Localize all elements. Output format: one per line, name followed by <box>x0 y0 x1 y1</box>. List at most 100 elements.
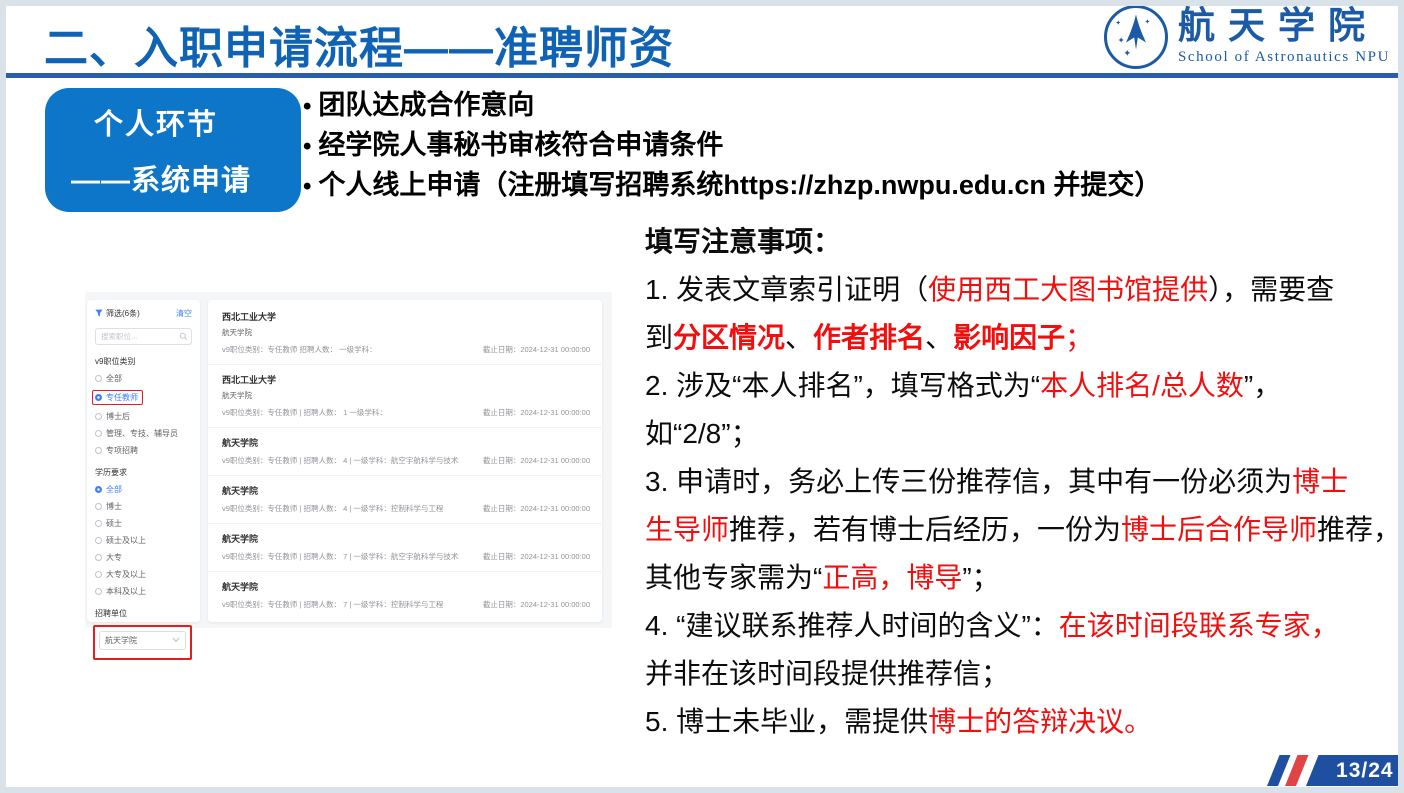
filter-option[interactable]: 本科及以上 <box>95 586 146 597</box>
filter-group-label: v9职位类别 <box>95 356 192 367</box>
page-number-box: 13/24 <box>1306 755 1404 786</box>
job-org-title: 西北工业大学 <box>222 310 590 323</box>
funnel-icon <box>95 309 103 319</box>
note-segment: ”， <box>1244 370 1281 401</box>
school-name-en: School of Astronautics NPU <box>1178 49 1390 66</box>
note-segment: 在该时间段联系专家， <box>1059 610 1339 641</box>
radio-icon <box>95 447 102 454</box>
filter-option[interactable]: 大专 <box>95 552 122 563</box>
bullet-icon: • <box>303 88 311 126</box>
unit-group-label: 招聘单位 <box>95 608 192 619</box>
filter-option-label: 本科及以上 <box>106 586 146 597</box>
radio-icon <box>95 554 102 561</box>
radio-icon <box>95 571 102 578</box>
filter-option-label: 大专 <box>106 552 122 563</box>
bullet-item: •经学院人事秘书审核符合申请条件 <box>303 126 1161 166</box>
note-segment: 并非在该时间段提供推荐信； <box>645 658 1009 689</box>
job-org-title: 航天学院 <box>222 532 590 545</box>
job-search-input[interactable] <box>95 328 192 345</box>
school-logo: 航天学院 School of Astronautics NPU <box>1104 5 1390 69</box>
radio-icon <box>95 520 102 527</box>
process-stage-subtitle: ——系统申请 <box>71 157 301 199</box>
filter-option[interactable]: 硕士及以上 <box>95 535 146 546</box>
job-listing-row[interactable]: 航天学院v9职位类别：专任教师 | 招聘人数： 4 | 一级学科：控制科学与工程… <box>208 476 602 524</box>
job-org-title: 航天学院 <box>222 484 590 497</box>
filter-option[interactable]: 博士后 <box>95 411 130 422</box>
title-underline <box>6 73 1398 78</box>
radio-icon <box>95 486 102 493</box>
filter-option-label: 全部 <box>106 373 122 384</box>
job-meta: v9职位类别：专任教师 | 招聘人数： 4 | 一级学科：航空宇航科学与技术 <box>222 455 458 466</box>
job-listing-row[interactable]: 西北工业大学航天学院v9职位类别：专任教师 | 招聘人数： 1 一级学科：截止日… <box>208 365 602 428</box>
clear-filters-button[interactable]: 清空 <box>176 308 192 319</box>
filter-option-label: 专任教师 <box>106 392 138 403</box>
note-segment: 作者排名 <box>813 322 925 353</box>
job-meta-row: v9职位类别：专任教师 | 招聘人数： 1 一级学科：截止日期：2024-12-… <box>222 407 590 418</box>
bullet-list: •团队达成合作意向•经学院人事秘书审核符合申请条件•个人线上申请（注册填写招聘系… <box>303 86 1161 206</box>
bullet-text: 经学院人事秘书审核符合申请条件 <box>318 126 723 164</box>
job-org-title: 航天学院 <box>222 580 590 593</box>
job-listing-row[interactable]: 航天学院 v9职位类别：专任教师 | 招聘人数： 7 | 一级学科：航空宇航科学与… <box>208 524 602 572</box>
note-segment: 推荐，若有博士后经历，一份为 <box>729 514 1121 545</box>
job-deadline: 截止日期：2024-12-31 00:00:00 <box>483 344 590 355</box>
note-segment: 5. 博士未毕业，需提供 <box>645 706 928 737</box>
note-line: 4. “建议联系推荐人时间的含义”：在该时间段联系专家， <box>645 602 1404 650</box>
school-name-cn: 航天学院 <box>1178 8 1378 47</box>
filter-title: 筛选(6条) <box>95 308 140 319</box>
note-segment: ），需要查 <box>1208 274 1334 305</box>
note-segment: 到 <box>645 322 673 353</box>
note-segment: 正高，博导 <box>822 562 962 593</box>
radio-icon <box>95 394 102 401</box>
note-segment: 本人排名/总人数 <box>1040 370 1244 401</box>
filter-option[interactable]: 全部 <box>95 484 122 495</box>
filter-option[interactable]: 管理、专技、辅导员 <box>95 428 178 439</box>
filter-option[interactable]: 全部 <box>95 373 122 384</box>
filter-option[interactable]: 硕士 <box>95 518 122 529</box>
unit-select[interactable]: 航天学院 <box>99 631 186 650</box>
unit-select-highlight: 航天学院 <box>93 625 192 660</box>
filter-groups: v9职位类别全部专任教师博士后管理、专技、辅导员专项招聘学历要求全部博士硕士硕士… <box>95 356 192 597</box>
job-meta: v9职位类别：专任教师 | 招聘人数： 7 | 一级学科：控制科学与工程 <box>222 599 443 610</box>
notes-heading: 填写注意事项： <box>645 218 1404 266</box>
note-segment: 使用西工大图书馆提供 <box>928 274 1208 305</box>
note-line: 到分区情况、作者排名、影响因子； <box>645 314 1404 362</box>
filter-option-label: 硕士 <box>106 518 122 529</box>
job-listing-row[interactable]: 航天学院v9职位类别：专任教师 | 招聘人数： 4 | 一级学科：航空宇航科学与… <box>208 428 602 476</box>
note-segment: 1. 发表文章索引证明（ <box>645 274 928 305</box>
bullet-icon: • <box>303 168 311 206</box>
job-meta: v9职位类别：专任教师 招聘人数： 一级学科： <box>222 344 377 355</box>
filter-option[interactable]: 专项招聘 <box>95 445 138 456</box>
job-listing-row[interactable]: 西北工业大学航天学院v9职位类别：专任教师 招聘人数： 一级学科：截止日期：20… <box>208 302 602 365</box>
job-meta-row: v9职位类别：专任教师 | 招聘人数： 7 | 一级学科：航空宇航科学与技术 截止… <box>222 551 590 562</box>
note-line: 2. 涉及“本人排名”，填写格式为“本人排名/总人数”， <box>645 362 1404 410</box>
filter-option-label: 博士 <box>106 501 122 512</box>
notes-block: 填写注意事项： 1. 发表文章索引证明（使用西工大图书馆提供），需要查到分区情况… <box>645 218 1404 746</box>
note-segment: 2. 涉及“本人排名”，填写格式为“ <box>645 370 1040 401</box>
filter-title-label: 筛选(6条) <box>106 308 140 319</box>
note-segment: 4. “建议联系推荐人时间的含义”： <box>645 610 1059 641</box>
note-segment: 生导师 <box>645 514 729 545</box>
job-meta: v9职位类别：专任教师 | 招聘人数： 7 | 一级学科：航空宇航科学与技术 <box>222 551 458 562</box>
filter-header[interactable]: 筛选(6条) 清空 <box>95 308 192 319</box>
radio-icon <box>95 588 102 595</box>
filter-option-label: 全部 <box>106 484 122 495</box>
job-search-box <box>95 328 192 345</box>
bullet-text: 团队达成合作意向 <box>318 86 534 124</box>
job-deadline: 截止日期：2024-12-31 00:00:00 <box>483 407 590 418</box>
job-deadline: 截止日期：2024-12-31 00:00:00 <box>483 551 590 562</box>
note-segment: 博士后合作导师 <box>1121 514 1317 545</box>
note-segment: 如“2/8”； <box>645 418 759 449</box>
filter-option-label: 管理、专技、辅导员 <box>106 428 178 439</box>
filter-option[interactable]: 博士 <box>95 501 122 512</box>
job-listing-row[interactable]: 航天学院 v9职位类别：专任教师 | 招聘人数： 7 | 一级学科：控制科学与工程… <box>208 572 602 619</box>
filter-option[interactable]: 大专及以上 <box>95 569 146 580</box>
note-line: 如“2/8”； <box>645 410 1404 458</box>
job-deadline: 截止日期：2024-12-31 00:00:00 <box>483 599 590 610</box>
filter-panel: 筛选(6条) 清空 v9职位类别全部专任教师博士后管理、专技、辅导员专项招聘学历… <box>87 300 200 622</box>
filter-option-label: 硕士及以上 <box>106 535 146 546</box>
bullet-icon: • <box>303 128 311 166</box>
filter-option[interactable]: 专任教师 <box>92 390 143 405</box>
unit-select-value: 航天学院 <box>105 635 137 646</box>
note-line: 3. 申请时，务必上传三份推荐信，其中有一份必须为博士 <box>645 458 1404 506</box>
note-segment: ”； <box>962 562 999 593</box>
